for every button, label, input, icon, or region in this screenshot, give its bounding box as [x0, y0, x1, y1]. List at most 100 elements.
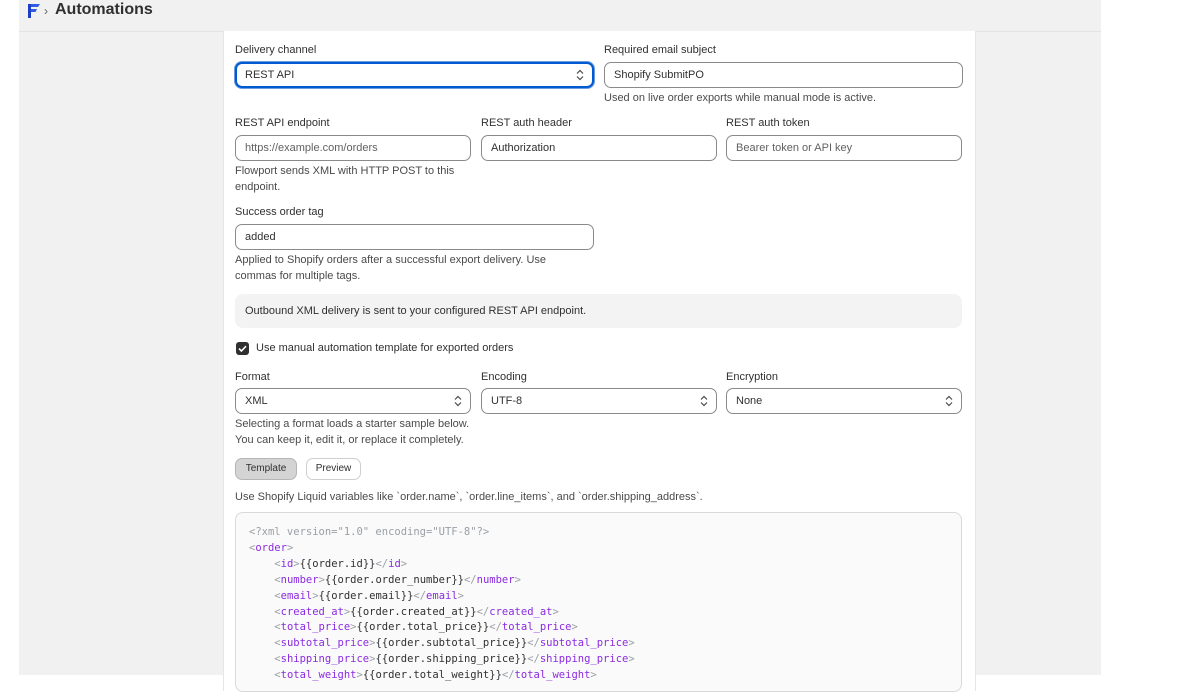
- tab-preview[interactable]: Preview: [306, 458, 361, 480]
- select-arrows-icon: [454, 395, 462, 407]
- select-arrows-icon: [700, 395, 708, 407]
- code-punct: </: [489, 621, 502, 634]
- encryption-select[interactable]: None: [726, 388, 962, 414]
- code-tag: id: [280, 557, 294, 570]
- encoding-select[interactable]: UTF-8: [481, 388, 717, 414]
- code-tag: created_at: [280, 605, 344, 618]
- delivery-channel-label: Delivery channel: [235, 44, 317, 56]
- rest-auth-token-input[interactable]: Bearer token or API key: [726, 135, 962, 161]
- format-help-line2: You can keep it, edit it, or replace it …: [235, 434, 464, 446]
- manual-template-checkbox[interactable]: [236, 342, 249, 355]
- delivery-channel-value: REST API: [245, 69, 295, 81]
- format-label: Format: [235, 371, 270, 383]
- code-expression: {{order.order_number}}: [324, 573, 464, 586]
- code-tag: email: [426, 589, 458, 602]
- code-line: <total_weight>{{order.total_weight}}</to…: [249, 668, 635, 684]
- format-help-line1: Selecting a format loads a starter sampl…: [235, 418, 470, 430]
- code-tag: subtotal_price: [539, 637, 629, 650]
- top-bar: [19, 0, 1101, 32]
- select-arrows-icon: [945, 395, 953, 407]
- code-tag: created_at: [489, 605, 553, 618]
- email-subject-input[interactable]: Shopify SubmitPO: [604, 62, 963, 88]
- format-help: Selecting a format loads a starter sampl…: [235, 416, 469, 448]
- rest-auth-header-label: REST auth header: [481, 117, 572, 129]
- code-line: <number>{{order.order_number}}</number>: [249, 573, 635, 589]
- checkmark-icon: [238, 345, 247, 353]
- code-tag: order: [255, 541, 287, 554]
- code-expression: {{order.created_at}}: [350, 605, 477, 618]
- code-punct: >: [628, 653, 635, 666]
- code-punct: </: [527, 637, 540, 650]
- code-punct: </: [413, 589, 427, 602]
- code-punct: >: [628, 637, 635, 650]
- success-tag-input[interactable]: added: [235, 224, 594, 250]
- code-tag: total_price: [501, 621, 572, 634]
- code-line: <id>{{order.id}}</id>: [249, 557, 635, 573]
- code-expression: {{order.shipping_price}}: [375, 653, 528, 666]
- success-tag-help: Applied to Shopify orders after a succes…: [235, 252, 546, 284]
- rest-endpoint-input[interactable]: https://example.com/orders: [235, 135, 471, 161]
- manual-template-label[interactable]: Use manual automation template for expor…: [256, 342, 513, 354]
- code-tag: total_price: [280, 621, 351, 634]
- code-line: <subtotal_price>{{order.subtotal_price}}…: [249, 636, 635, 652]
- code-punct: </: [476, 605, 490, 618]
- liquid-variables-help: Use Shopify Liquid variables like `order…: [235, 491, 703, 503]
- code-tag: total_weight: [280, 669, 357, 682]
- code-tag: number: [476, 573, 515, 586]
- code-line: <email>{{order.email}}</email>: [249, 589, 635, 605]
- format-select[interactable]: XML: [235, 388, 471, 414]
- code-punct: >: [590, 669, 597, 682]
- code-line: <?xml version="1.0" encoding="UTF-8"?>: [249, 525, 635, 541]
- encryption-value: None: [736, 395, 763, 407]
- rest-endpoint-help-line2: endpoint.: [235, 181, 281, 193]
- code-punct: >: [552, 605, 559, 618]
- code-line: <total_price>{{order.total_price}}</tota…: [249, 620, 635, 636]
- code-punct: </: [463, 573, 477, 586]
- code-punct: </: [527, 653, 540, 666]
- code-line: <order>: [249, 541, 635, 557]
- success-tag-help-line2: commas for multiple tags.: [235, 270, 361, 282]
- rest-endpoint-label: REST API endpoint: [235, 117, 330, 129]
- code-tag: subtotal_price: [280, 637, 370, 650]
- code-declaration: <?xml version="1.0" encoding="UTF-8"?>: [249, 526, 490, 538]
- code-punct: >: [400, 557, 408, 570]
- code-punct: >: [571, 621, 578, 634]
- select-arrows-icon: [576, 69, 584, 81]
- code-tag: shipping_price: [539, 653, 629, 666]
- success-tag-label: Success order tag: [235, 206, 324, 218]
- code-expression: {{order.total_weight}}: [362, 669, 502, 682]
- template-code-editor[interactable]: <?xml version="1.0" encoding="UTF-8"?> <o…: [235, 512, 962, 692]
- code-punct: </: [501, 669, 515, 682]
- rest-auth-token-label: REST auth token: [726, 117, 810, 129]
- encryption-label: Encryption: [726, 371, 778, 383]
- encoding-value: UTF-8: [491, 395, 523, 407]
- code-expression: {{order.total_price}}: [356, 621, 490, 634]
- success-tag-help-line1: Applied to Shopify orders after a succes…: [235, 254, 547, 266]
- encoding-label: Encoding: [481, 371, 527, 383]
- delivery-info-banner: Outbound XML delivery is sent to your co…: [235, 294, 962, 328]
- code-punct: </: [375, 557, 389, 570]
- code-line: <shipping_price>{{order.shipping_price}}…: [249, 652, 635, 668]
- code-tag: email: [280, 589, 313, 602]
- email-subject-label: Required email subject: [604, 44, 716, 56]
- code-punct: >: [514, 573, 521, 586]
- rest-endpoint-help-line1: Flowport sends XML with HTTP POST to thi…: [235, 165, 455, 177]
- code-tag: number: [280, 573, 319, 586]
- format-value: XML: [245, 395, 268, 407]
- email-subject-help: Used on live order exports while manual …: [604, 92, 877, 104]
- delivery-channel-select[interactable]: REST API: [235, 62, 594, 88]
- code-tag: total_weight: [514, 669, 591, 682]
- code-expression: {{order.subtotal_price}}: [375, 637, 528, 650]
- code-punct: >: [457, 589, 464, 602]
- code-punct: >: [286, 541, 294, 554]
- code-tag: id: [388, 557, 401, 570]
- breadcrumb-separator-icon: ›: [44, 4, 48, 18]
- code-tag: shipping_price: [280, 653, 370, 666]
- page-title: Automations: [55, 1, 153, 18]
- tab-template[interactable]: Template: [235, 458, 297, 480]
- rest-auth-header-input[interactable]: Authorization: [481, 135, 717, 161]
- flowport-logo-icon: [28, 4, 40, 18]
- rest-endpoint-help: Flowport sends XML with HTTP POST to thi…: [235, 163, 454, 195]
- template-code[interactable]: <?xml version="1.0" encoding="UTF-8"?> <o…: [249, 525, 635, 684]
- code-expression: {{order.email}}: [318, 589, 414, 602]
